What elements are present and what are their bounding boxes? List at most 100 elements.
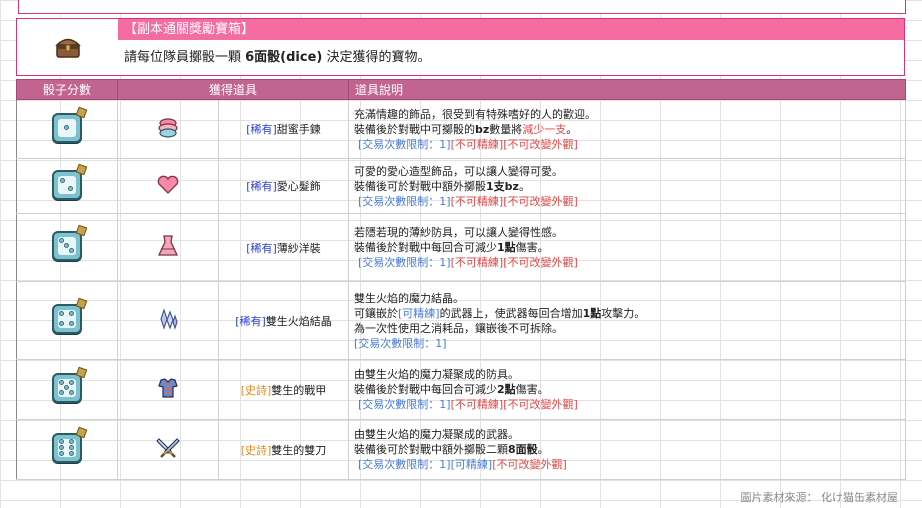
tag-appearance: [不可改變外觀]: [503, 256, 578, 269]
tag-trade-limit: [交易次數限制：1]: [358, 398, 451, 411]
item-name: 雙生的雙刀: [271, 443, 327, 457]
pip: [69, 451, 74, 456]
macaron-bracelet-icon: [158, 117, 178, 138]
item-desc-cell: 若隱若現的薄紗防具，可以讓人變得性感。 裝備後於對戰中每回合可減少1點傷害。 […: [348, 213, 907, 282]
rarity-label: [稀有]: [246, 123, 277, 136]
tag-trade-limit: [交易次數限制：1]: [358, 194, 451, 208]
col-header-desc: 道具說明: [348, 79, 907, 100]
pip: [59, 321, 64, 326]
pip: [59, 451, 64, 456]
desc-text: 傷害。: [515, 383, 549, 396]
item-icon-cell: [117, 359, 219, 420]
pip: [69, 439, 74, 444]
item-name-cell: [史詩]雙生的雙刀: [217, 419, 350, 480]
dice-face: [58, 175, 76, 194]
tag-appearance: [不可改變外觀]: [503, 398, 578, 411]
rarity-label: [稀有]: [246, 180, 277, 193]
pip: [59, 445, 64, 450]
desc-line: 由雙生火焰的魔力凝聚成的武器。: [354, 428, 520, 441]
dice-face-5-icon: [52, 366, 88, 403]
desc-line: 裝備後可於對戰中額外擲骰二顆8面骰。: [354, 442, 900, 457]
desc-bold: 8面骰: [508, 443, 538, 456]
item-name-cell: [史詩]雙生的戰甲: [217, 359, 350, 420]
pip: [69, 321, 74, 326]
item-desc-cell: 由雙生火焰的魔力凝聚成的武器。 裝備後可於對戰中額外擲骰二顆8面骰。 [交易次數…: [348, 419, 907, 480]
desc-text: 可鑲嵌於: [354, 306, 399, 320]
desc-bold: 1支bz: [486, 179, 519, 193]
desc-line: 雙生火焰的魔力結晶。: [354, 291, 465, 305]
dice-face-2-icon: [52, 163, 88, 200]
rarity-label: [稀有]: [235, 314, 266, 328]
tag-refine: [不可精練]: [450, 194, 504, 208]
pip: [69, 248, 74, 253]
treasure-chest-icon: [54, 38, 81, 58]
dice-tag: [75, 163, 88, 175]
dice-cell: [16, 99, 118, 159]
pip: [59, 439, 64, 444]
dice-cell: [16, 281, 118, 360]
pip: [69, 390, 74, 395]
dice-face: [58, 439, 76, 457]
gauze-dress-icon: [157, 235, 179, 256]
desc-bold: 1點: [497, 241, 516, 254]
item-name: 雙生的戰甲: [271, 383, 327, 397]
dice-cell: [16, 359, 118, 420]
reward-header-box: 【副本通關獎勵寶箱】 請每位隊員擲骰一顆 6面骰(dice) 決定獲得的寶物。: [16, 18, 905, 76]
tag-refine: [可精練]: [450, 458, 493, 471]
tags-line: [交易次數限制：1]: [354, 336, 900, 351]
tags-line: [交易次數限制：1][不可精練][不可改變外觀]: [354, 194, 900, 209]
reward-table: 骰子分數 獲得道具 道具說明 [稀有]甜蜜手鍊 充滿情趣的飾品，很受到有特殊嗜好…: [16, 79, 907, 480]
header-desc-suffix: 決定獲得的寶物。: [322, 50, 431, 65]
tag-appearance: [不可改變外觀]: [503, 194, 578, 208]
tag-refine: [不可精練]: [450, 137, 504, 151]
item-desc-cell: 可愛的愛心造型飾品，可以讓人變得可愛。 裝備後可於對戰中額外擲骰1支bz。 [交…: [348, 158, 907, 214]
top-border-strip: [18, 0, 906, 14]
desc-text: 裝備後可於對戰中額外擲骰: [354, 179, 487, 193]
item-name-cell: [稀有]甜蜜手鍊: [217, 99, 350, 159]
pip: [68, 185, 73, 191]
tag-trade-limit: [交易次數限制：1]: [358, 256, 451, 269]
pip: [59, 238, 64, 243]
dice-face: [58, 118, 76, 137]
table-row: [稀有]雙生火焰結晶 雙生火焰的魔力結晶。 可鑲嵌於[可精練]的武器上，使武器每…: [16, 281, 907, 360]
desc-line: 由雙生火焰的魔力凝聚成的防具。: [354, 368, 520, 381]
twin-flame-crystal-icon: [160, 308, 178, 330]
table-row: [稀有]甜蜜手鍊 充滿情趣的飾品，很受到有特殊嗜好的人的歡迎。 裝備後於對戰中可…: [16, 99, 907, 159]
pip: [69, 380, 74, 385]
header-desc-prefix: 請每位隊員擲骰一顆: [124, 50, 246, 65]
pip: [69, 311, 74, 316]
pip: [59, 390, 64, 395]
header-icon-cell: [17, 19, 118, 75]
item-name: 雙生火焰結晶: [265, 314, 332, 328]
desc-bold: 2點: [497, 383, 516, 396]
desc-text: 攻擊力。: [601, 306, 646, 320]
item-icon-cell: [117, 281, 219, 360]
pip: [64, 243, 69, 248]
desc-line: 為一次性使用之消耗品，鑲嵌後不可拆除。: [354, 321, 564, 335]
desc-line: 可愛的愛心造型飾品，可以讓人變得可愛。: [354, 164, 564, 178]
desc-text: 的武器上，使武器每回合增加: [439, 306, 583, 320]
desc-line: 若隱若現的薄紗防具，可以讓人變得性感。: [354, 226, 564, 239]
tags-line: [交易次數限制：1][不可精練][不可改變外觀]: [354, 255, 900, 270]
dice-tag: [75, 224, 88, 237]
tag-trade-limit: [交易次數限制：1]: [354, 336, 447, 350]
item-icon-cell: [117, 158, 219, 214]
rarity-label: [稀有]: [246, 241, 277, 255]
image-credit: 圖片素材來源： 化け猫缶素材屋: [740, 491, 899, 504]
tag-refine: [不可精練]: [450, 398, 504, 411]
tag-appearance: [不可改變外觀]: [492, 458, 567, 471]
item-icon-cell: [117, 419, 219, 480]
rarity-label: [史詩]: [240, 383, 272, 397]
col-header-dice: 骰子分數: [16, 79, 118, 100]
item-desc-cell: 充滿情趣的飾品，很受到有特殊嗜好的人的歡迎。 裝備後於對戰中可擲骰的bz數量將減…: [348, 99, 907, 159]
tag-trade-limit: [交易次數限制：1]: [358, 137, 451, 151]
dice-tag: [75, 297, 88, 310]
table-row: [史詩]雙生的雙刀 由雙生火焰的魔力凝聚成的武器。 裝備後可於對戰中額外擲骰二顆…: [16, 419, 907, 480]
tag-appearance: [不可改變外觀]: [503, 137, 578, 151]
heart-hairpin-icon: [157, 175, 179, 194]
dice-tag: [75, 366, 88, 379]
desc-bold: bz: [475, 122, 490, 136]
dice-cell: [16, 213, 118, 282]
desc-text: 裝備後於對戰中每回合可減少: [354, 383, 498, 396]
pip: [59, 311, 64, 316]
